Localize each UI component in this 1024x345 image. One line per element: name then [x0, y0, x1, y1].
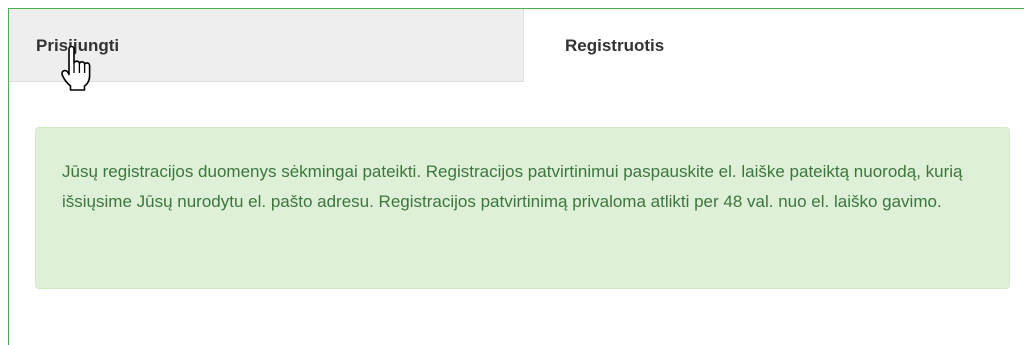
tab-register-label: Registruotis [565, 36, 665, 55]
auth-panel: Prisijungti Registruotis Jūsų registraci… [8, 8, 1024, 345]
tab-register[interactable]: Registruotis [524, 9, 1024, 82]
success-alert: Jūsų registracijos duomenys sėkmingai pa… [35, 127, 1010, 289]
hand-pointer-icon [61, 46, 91, 91]
success-alert-message: Jūsų registracijos duomenys sėkmingai pa… [62, 162, 963, 211]
tab-bar: Prisijungti Registruotis [9, 9, 1024, 82]
